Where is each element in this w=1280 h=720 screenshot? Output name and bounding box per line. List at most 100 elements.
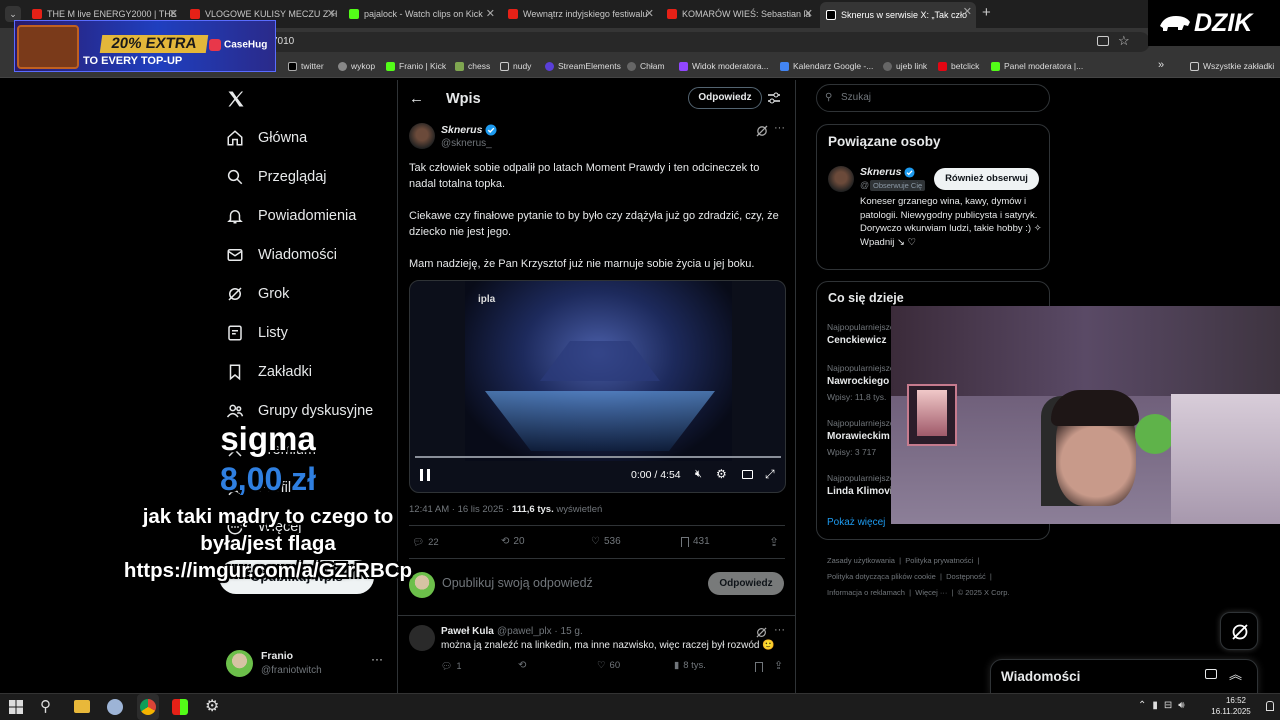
browser-tab[interactable]: KOMARÓW WIEŚ: Sebastian la ✕	[661, 4, 817, 24]
bookmark-item[interactable]: chess	[455, 61, 490, 71]
bookmark-button[interactable]: 431	[681, 536, 710, 547]
nav-grok[interactable]: Grok	[226, 282, 289, 306]
nav-bookmarks[interactable]: Zakładki	[226, 360, 312, 384]
betclic-icon	[938, 61, 947, 71]
bookmark-item[interactable]: Widok moderatora...	[679, 61, 769, 71]
grok-icon[interactable]	[756, 125, 768, 137]
close-icon[interactable]: ✕	[804, 7, 813, 20]
close-icon[interactable]: ✕	[327, 7, 336, 20]
bookmark-item[interactable]: twitter	[288, 61, 324, 71]
bookmark-item[interactable]: wykop	[338, 61, 375, 71]
post-author[interactable]: Sknerus	[441, 124, 497, 136]
app-icon[interactable]	[172, 699, 188, 715]
trend-name[interactable]: Cenckiewicz	[827, 335, 886, 346]
notification-bell-icon[interactable]	[1266, 701, 1274, 711]
pause-icon[interactable]	[420, 469, 430, 481]
streamer-hair	[1051, 390, 1139, 426]
all-bookmarks[interactable]: Wszystkie zakładki	[1190, 61, 1274, 71]
tray-icons[interactable]: ⌃▮⊟🔊︎	[1138, 700, 1191, 711]
bookmark-item[interactable]: Franio | Kick	[386, 61, 446, 71]
follow-back-button[interactable]: Również obserwuj	[934, 168, 1039, 190]
new-message-icon[interactable]	[1205, 669, 1217, 679]
show-more-link[interactable]: Pokaż więcej	[827, 517, 885, 528]
grok-floating-button[interactable]	[1220, 612, 1258, 650]
nav-messages[interactable]: Wiadomości	[226, 243, 337, 267]
settings-gear-icon[interactable]: ⚙	[205, 696, 219, 716]
bookmark-item[interactable]: betclick	[938, 61, 979, 71]
related-name[interactable]: Sknerus	[860, 166, 915, 178]
reply-input[interactable]: Opublikuj swoją odpowiedź	[442, 576, 593, 590]
nav-lists[interactable]: Listy	[226, 321, 288, 345]
reply-reply-button[interactable]: 💬︎ 1	[441, 661, 461, 672]
browser-tab-active[interactable]: Sknerus w serwisie X: „Tak czło ✕	[820, 2, 976, 28]
trend-name[interactable]: Nawrockiego	[827, 376, 889, 387]
post-more-icon[interactable]: ···	[774, 122, 785, 134]
share-icon[interactable]: ⇪	[769, 535, 779, 549]
mute-icon[interactable]: 🔇︎	[695, 468, 702, 481]
nav-notifications[interactable]: Powiadomienia	[226, 204, 356, 228]
bookmark-item[interactable]: StreamElements	[545, 61, 621, 71]
bookmark-item[interactable]: nudy	[500, 61, 531, 71]
browser-tab[interactable]: Wewnątrz indyjskiego festiwalu ✕	[502, 4, 658, 24]
repost-icon: ⟲	[518, 660, 527, 671]
new-tab-button[interactable]: +	[982, 4, 991, 21]
bookmark-item[interactable]: Panel moderatora |...	[991, 61, 1083, 71]
bookmarks-overflow-icon[interactable]: »	[1158, 59, 1164, 71]
back-arrow-icon[interactable]: ←	[409, 90, 424, 107]
footer-links: Zasady użytkowania | Polityka prywatnośc…	[827, 556, 1010, 597]
close-icon[interactable]: ✕	[169, 7, 178, 20]
account-switcher[interactable]: Franio @franiotwitch ···	[226, 648, 386, 682]
x-logo-icon[interactable]	[226, 89, 246, 109]
app-icon[interactable]	[107, 699, 123, 715]
account-menu-icon[interactable]: ···	[371, 652, 383, 666]
bookmark-star-icon[interactable]: ☆	[1118, 33, 1130, 49]
clock-time[interactable]: 16:52	[1212, 696, 1260, 705]
bookmark-item[interactable]: Chłam	[627, 61, 665, 71]
close-icon[interactable]: ✕	[486, 7, 495, 20]
grok-icon[interactable]	[756, 627, 767, 638]
chrome-icon[interactable]	[137, 694, 159, 720]
install-app-icon[interactable]	[1097, 36, 1109, 46]
pip-icon[interactable]	[742, 470, 753, 479]
bookmark-item[interactable]: Kalendarz Google -...	[780, 61, 873, 71]
settings-gear-icon[interactable]: ⚙	[716, 467, 727, 481]
video-progress-bar[interactable]	[415, 456, 781, 458]
sponsor-brand: CaseHug	[209, 39, 267, 51]
clock-date[interactable]: 16.11.2025	[1200, 707, 1262, 716]
reply-bookmark-icon[interactable]	[755, 662, 763, 672]
bookmark-item[interactable]: ujeb link	[883, 61, 927, 71]
reply-repost-button[interactable]: ⟲	[518, 660, 526, 671]
globe-icon	[627, 61, 636, 71]
nav-home[interactable]: Główna	[226, 126, 307, 150]
trend-name[interactable]: Morawieckim	[827, 431, 890, 442]
like-button[interactable]: ♡ 536	[591, 536, 621, 547]
nav-explore[interactable]: Przeglądaj	[226, 165, 327, 189]
file-explorer-icon[interactable]	[74, 700, 90, 713]
verified-badge-icon	[485, 124, 497, 136]
plush-toy	[1135, 414, 1175, 454]
divider	[409, 525, 785, 526]
close-icon[interactable]: ✕	[645, 7, 654, 20]
reply-header-button[interactable]: Odpowiedz	[688, 87, 762, 109]
video-player[interactable]: ipla 0:00 / 4:54 🔇︎ ⚙ ⤢	[409, 280, 786, 493]
reply-author[interactable]: Paweł Kula	[441, 626, 494, 637]
reply-more-icon[interactable]: ···	[774, 624, 785, 636]
heart-icon: ♡	[591, 536, 600, 547]
twitch-icon	[679, 61, 688, 71]
post-handle[interactable]: @sknerus_	[441, 138, 492, 149]
trend-name[interactable]: Linda Klimovi	[827, 486, 893, 497]
search-input[interactable]: ⚲ Szukaj	[816, 84, 1050, 112]
reply-share-icon[interactable]: ⇪	[774, 659, 783, 672]
search-icon[interactable]: ⚲	[40, 697, 51, 715]
expand-icon[interactable]: ︽	[1229, 664, 1242, 683]
close-icon[interactable]: ✕	[963, 5, 972, 18]
windows-start-icon[interactable]	[9, 700, 23, 714]
repost-button[interactable]: ⟲ 20	[501, 536, 525, 547]
reply-views[interactable]: ▮ 8 tys.	[674, 660, 706, 671]
sliders-icon[interactable]	[767, 91, 781, 105]
browser-tab[interactable]: pajalock - Watch clips on Kick ✕	[343, 4, 499, 24]
messages-dock[interactable]: Wiadomości ︽	[990, 659, 1258, 695]
reply-submit-button[interactable]: Odpowiedz	[708, 572, 784, 595]
fullscreen-icon[interactable]: ⤢	[765, 467, 775, 482]
reply-like-button[interactable]: ♡ 60	[597, 660, 620, 671]
